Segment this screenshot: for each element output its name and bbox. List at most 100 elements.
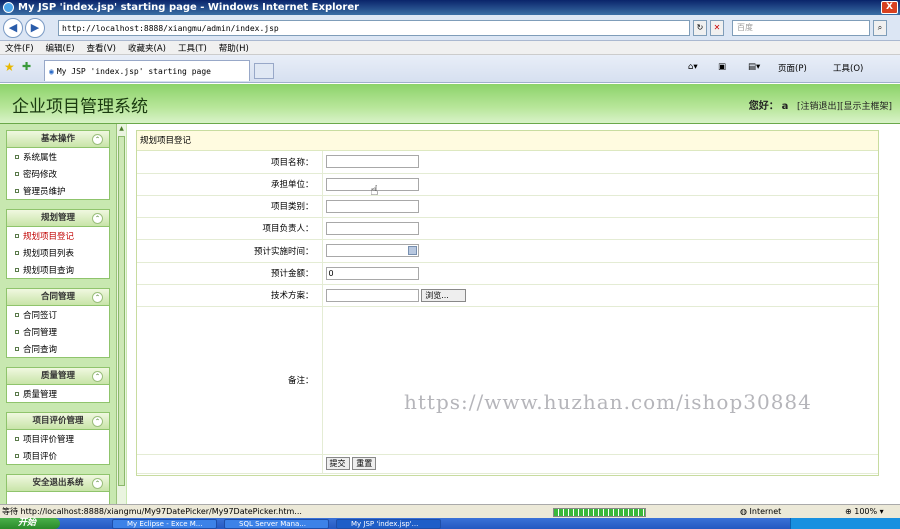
form-row: 预计实施时间：: [137, 239, 878, 263]
taskbar-item-active[interactable]: My JSP 'index.jsp'...: [336, 519, 441, 529]
scroll-up-icon[interactable]: ▲: [118, 125, 125, 134]
form-table: 项目名称： 承担单位： 项目类别： 项目负责人： 预计实施时间： 预计金额： 0…: [137, 151, 878, 474]
planned-date-input[interactable]: [325, 244, 419, 257]
collapse-icon[interactable]: ⌃: [92, 134, 103, 145]
panel-title[interactable]: 质量管理 ⌃: [7, 368, 109, 385]
empty-cell: [137, 454, 323, 474]
panel-title[interactable]: 安全退出系统 ⌃: [7, 475, 109, 492]
start-button[interactable]: 开始: [0, 518, 60, 529]
menu-tools[interactable]: 工具(T): [178, 42, 207, 54]
tools-menu[interactable]: 工具(O): [833, 62, 863, 74]
menu-edit[interactable]: 编辑(E): [46, 42, 75, 54]
collapse-icon[interactable]: ⌃: [92, 478, 103, 489]
bullet-icon: [15, 436, 19, 441]
panel-contract: 合同管理 ⌃ 合同签订 合同管理 合同查询: [6, 288, 110, 358]
planned-amount-input[interactable]: 0: [325, 266, 419, 280]
bullet-icon: [15, 188, 19, 193]
window-close-button[interactable]: X: [881, 1, 898, 14]
sidebar-item-plan-register[interactable]: 规划项目登记: [7, 227, 109, 244]
system-title: 企业项目管理系统: [12, 97, 148, 117]
header-links[interactable]: [注销退出][显示主框架]: [797, 102, 892, 112]
field-label: 项目类别：: [137, 195, 323, 218]
field-label: 技术方案：: [137, 284, 323, 307]
sidebar-item-plan-list[interactable]: 规划项目列表: [7, 244, 109, 261]
field-label: 备注：: [137, 306, 323, 455]
zoom-icon: ⊕: [845, 507, 852, 516]
collapse-icon[interactable]: ⌃: [92, 416, 103, 427]
panel-title[interactable]: 规划管理 ⌃: [7, 210, 109, 227]
sidebar-scrollbar[interactable]: ▲: [116, 124, 126, 504]
search-icon[interactable]: ⌕: [873, 20, 887, 36]
project-category-input[interactable]: [325, 199, 419, 213]
print-icon[interactable]: ▤▾: [748, 62, 760, 72]
sidebar-item-quality[interactable]: 质量管理: [7, 385, 109, 402]
sidebar-item-eval[interactable]: 项目评价: [7, 447, 109, 464]
bullet-icon: [15, 312, 19, 317]
field-label: 项目名称：: [137, 151, 323, 174]
plan-register-form: 规划项目登记 项目名称： 承担单位： 项目类别： 项目负责人： 预计实施时间：: [136, 130, 879, 476]
sidebar-item-contract-sign[interactable]: 合同签订: [7, 306, 109, 323]
panel-title[interactable]: 基本操作 ⌃: [7, 131, 109, 148]
menu-view[interactable]: 查看(V): [87, 42, 116, 54]
add-favorite-icon[interactable]: ✚: [22, 60, 31, 73]
project-leader-input[interactable]: [325, 221, 419, 235]
remark-area[interactable]: [322, 306, 878, 455]
feeds-icon[interactable]: ▣: [718, 62, 726, 72]
panel-evaluation: 项目评价管理 ⌃ 项目评价管理 项目评价: [6, 412, 110, 465]
bullet-icon: [15, 329, 19, 334]
zoom-level[interactable]: ⊕ 100% ▾: [845, 507, 884, 516]
sidebar-item-contract-manage[interactable]: 合同管理: [7, 323, 109, 340]
status-bar: 等待 http://localhost:8888/xiangmu/My97Dat…: [0, 504, 900, 518]
reset-button[interactable]: 重置: [352, 457, 377, 470]
form-row: 备注：: [137, 306, 878, 455]
field-label: 预计实施时间：: [137, 239, 323, 263]
form-row: 项目类别：: [137, 195, 878, 218]
browse-button[interactable]: 浏览...: [421, 288, 467, 302]
tab-bar: ★ ✚ ◉ My JSP 'index.jsp' starting page ⌂…: [0, 55, 900, 83]
collapse-icon[interactable]: ⌃: [92, 292, 103, 303]
new-tab-button[interactable]: [254, 63, 274, 79]
project-name-input[interactable]: [325, 155, 419, 169]
stop-icon[interactable]: ✕: [710, 20, 724, 36]
menu-favorites[interactable]: 收藏夹(A): [128, 42, 166, 54]
form-row: 提交 重置: [137, 454, 878, 474]
form-row: 预计金额： 0: [137, 262, 878, 285]
hand-cursor-icon: ☝: [370, 183, 379, 199]
home-icon[interactable]: ⌂▾: [688, 62, 698, 72]
back-button[interactable]: ◀: [3, 18, 23, 38]
forward-button[interactable]: ▶: [25, 18, 45, 38]
sidebar-item-password[interactable]: 密码修改: [7, 165, 109, 182]
address-bar[interactable]: http://localhost:8888/xiangmu/admin/inde…: [58, 20, 690, 36]
sidebar-item-system-props[interactable]: 系统属性: [7, 148, 109, 165]
tech-plan-file-input[interactable]: [325, 288, 419, 302]
form-row: 项目负责人：: [137, 217, 878, 240]
menu-file[interactable]: 文件(F): [5, 42, 34, 54]
submit-button[interactable]: 提交: [325, 457, 350, 470]
panel-title[interactable]: 项目评价管理 ⌃: [7, 413, 109, 430]
collapse-icon[interactable]: ⌃: [92, 213, 103, 224]
menu-help[interactable]: 帮助(H): [219, 42, 249, 54]
sidebar-item-eval-manage[interactable]: 项目评价管理: [7, 430, 109, 447]
sidebar-item-admin[interactable]: 管理员维护: [7, 182, 109, 199]
refresh-icon[interactable]: ↻: [693, 20, 707, 36]
scroll-thumb[interactable]: [118, 136, 125, 486]
taskbar-item[interactable]: My Eclipse - Exce M...: [112, 519, 217, 529]
bullet-icon: [15, 171, 19, 176]
favorites-star-icon[interactable]: ★: [4, 60, 15, 74]
username: a: [781, 101, 789, 112]
panel-title[interactable]: 合同管理 ⌃: [7, 289, 109, 306]
page-menu[interactable]: 页面(P): [778, 62, 807, 74]
bullet-icon: [15, 250, 19, 255]
search-input[interactable]: 百度: [732, 20, 870, 36]
sidebar-item-contract-query[interactable]: 合同查询: [7, 340, 109, 357]
calendar-icon[interactable]: [407, 246, 417, 255]
menu-bar: 文件(F) 编辑(E) 查看(V) 收藏夹(A) 工具(T) 帮助(H): [0, 41, 900, 55]
tab-current-page[interactable]: ◉ My JSP 'index.jsp' starting page: [44, 60, 250, 81]
sidebar-item-plan-query[interactable]: 规划项目查询: [7, 261, 109, 278]
collapse-icon[interactable]: ⌃: [92, 371, 103, 382]
bullet-icon: [15, 391, 19, 396]
main-content: 规划项目登记 项目名称： 承担单位： 项目类别： 项目负责人： 预计实施时间：: [127, 124, 900, 504]
panel-basic: 基本操作 ⌃ 系统属性 密码修改 管理员维护: [6, 130, 110, 200]
taskbar-item[interactable]: SQL Server Mana...: [224, 519, 329, 529]
window-title: My JSP 'index.jsp' starting page - Windo…: [18, 2, 360, 13]
